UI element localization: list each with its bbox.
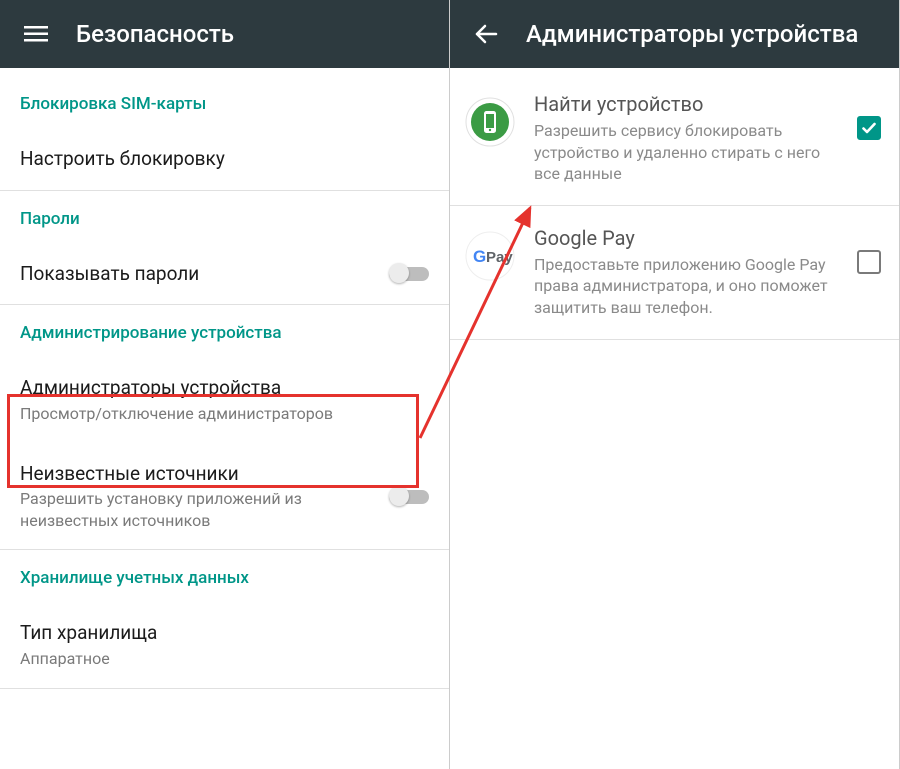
divider	[0, 688, 449, 689]
section-device-admin: Администрирование устройства	[0, 305, 449, 357]
row-storage-title: Тип хранилища	[20, 620, 429, 646]
find-device-icon	[464, 96, 516, 148]
row-configure-lock-label: Настроить блокировку	[20, 146, 429, 172]
toggle-unknown-sources[interactable]	[389, 485, 429, 507]
row-storage-sub: Аппаратное	[20, 648, 429, 670]
section-credential-storage: Хранилище учетных данных	[0, 550, 449, 602]
checkbox-find-device[interactable]	[857, 116, 881, 140]
row-device-administrators[interactable]: Администраторы устройства Просмотр/отклю…	[0, 357, 449, 442]
admin-item-desc: Разрешить сервису блокировать устройство…	[534, 120, 847, 185]
screen-security: Безопасность Блокировка SIM-карты Настро…	[0, 0, 450, 769]
screen-device-admins: Администраторы устройства Найти устройст…	[450, 0, 900, 769]
admin-item-title: Найти устройство	[534, 92, 847, 116]
toggle-show-passwords[interactable]	[389, 262, 429, 284]
admin-item-desc: Предоставьте приложению Google Pay права…	[534, 254, 847, 319]
divider	[450, 339, 899, 340]
row-configure-lock[interactable]: Настроить блокировку	[0, 128, 449, 190]
row-unknown-sources[interactable]: Неизвестные источники Разрешить установк…	[0, 443, 449, 550]
appbar-right: Администраторы устройства	[450, 0, 899, 68]
checkbox-google-pay[interactable]	[857, 250, 881, 274]
row-show-passwords-label: Показывать пароли	[20, 261, 389, 287]
admin-item-title: Google Pay	[534, 226, 847, 250]
appbar-title: Безопасность	[76, 20, 234, 48]
content-left: Блокировка SIM-карты Настроить блокировк…	[0, 68, 449, 769]
admin-item-google-pay[interactable]: G Pay Google Pay Предоставьте приложению…	[450, 205, 899, 339]
row-unknown-title: Неизвестные источники	[20, 461, 389, 487]
admin-item-find-device[interactable]: Найти устройство Разрешить сервису блоки…	[450, 72, 899, 205]
content-right: Найти устройство Разрешить сервису блоки…	[450, 68, 899, 769]
row-unknown-sub: Разрешить установку приложений из неизве…	[20, 488, 389, 531]
section-passwords: Пароли	[0, 191, 449, 243]
row-show-passwords[interactable]: Показывать пароли	[0, 243, 449, 305]
google-pay-icon: G Pay	[464, 230, 516, 282]
row-storage-type[interactable]: Тип хранилища Аппаратное	[0, 602, 449, 687]
menu-icon[interactable]	[16, 14, 56, 54]
svg-text:G: G	[473, 247, 486, 266]
svg-text:Pay: Pay	[486, 249, 513, 266]
section-sim-lock: Блокировка SIM-карты	[0, 76, 449, 128]
appbar-left: Безопасность	[0, 0, 449, 68]
row-admins-sub: Просмотр/отключение администраторов	[20, 403, 429, 425]
back-icon[interactable]	[466, 14, 506, 54]
appbar-title: Администраторы устройства	[526, 20, 858, 48]
row-admins-title: Администраторы устройства	[20, 375, 429, 401]
